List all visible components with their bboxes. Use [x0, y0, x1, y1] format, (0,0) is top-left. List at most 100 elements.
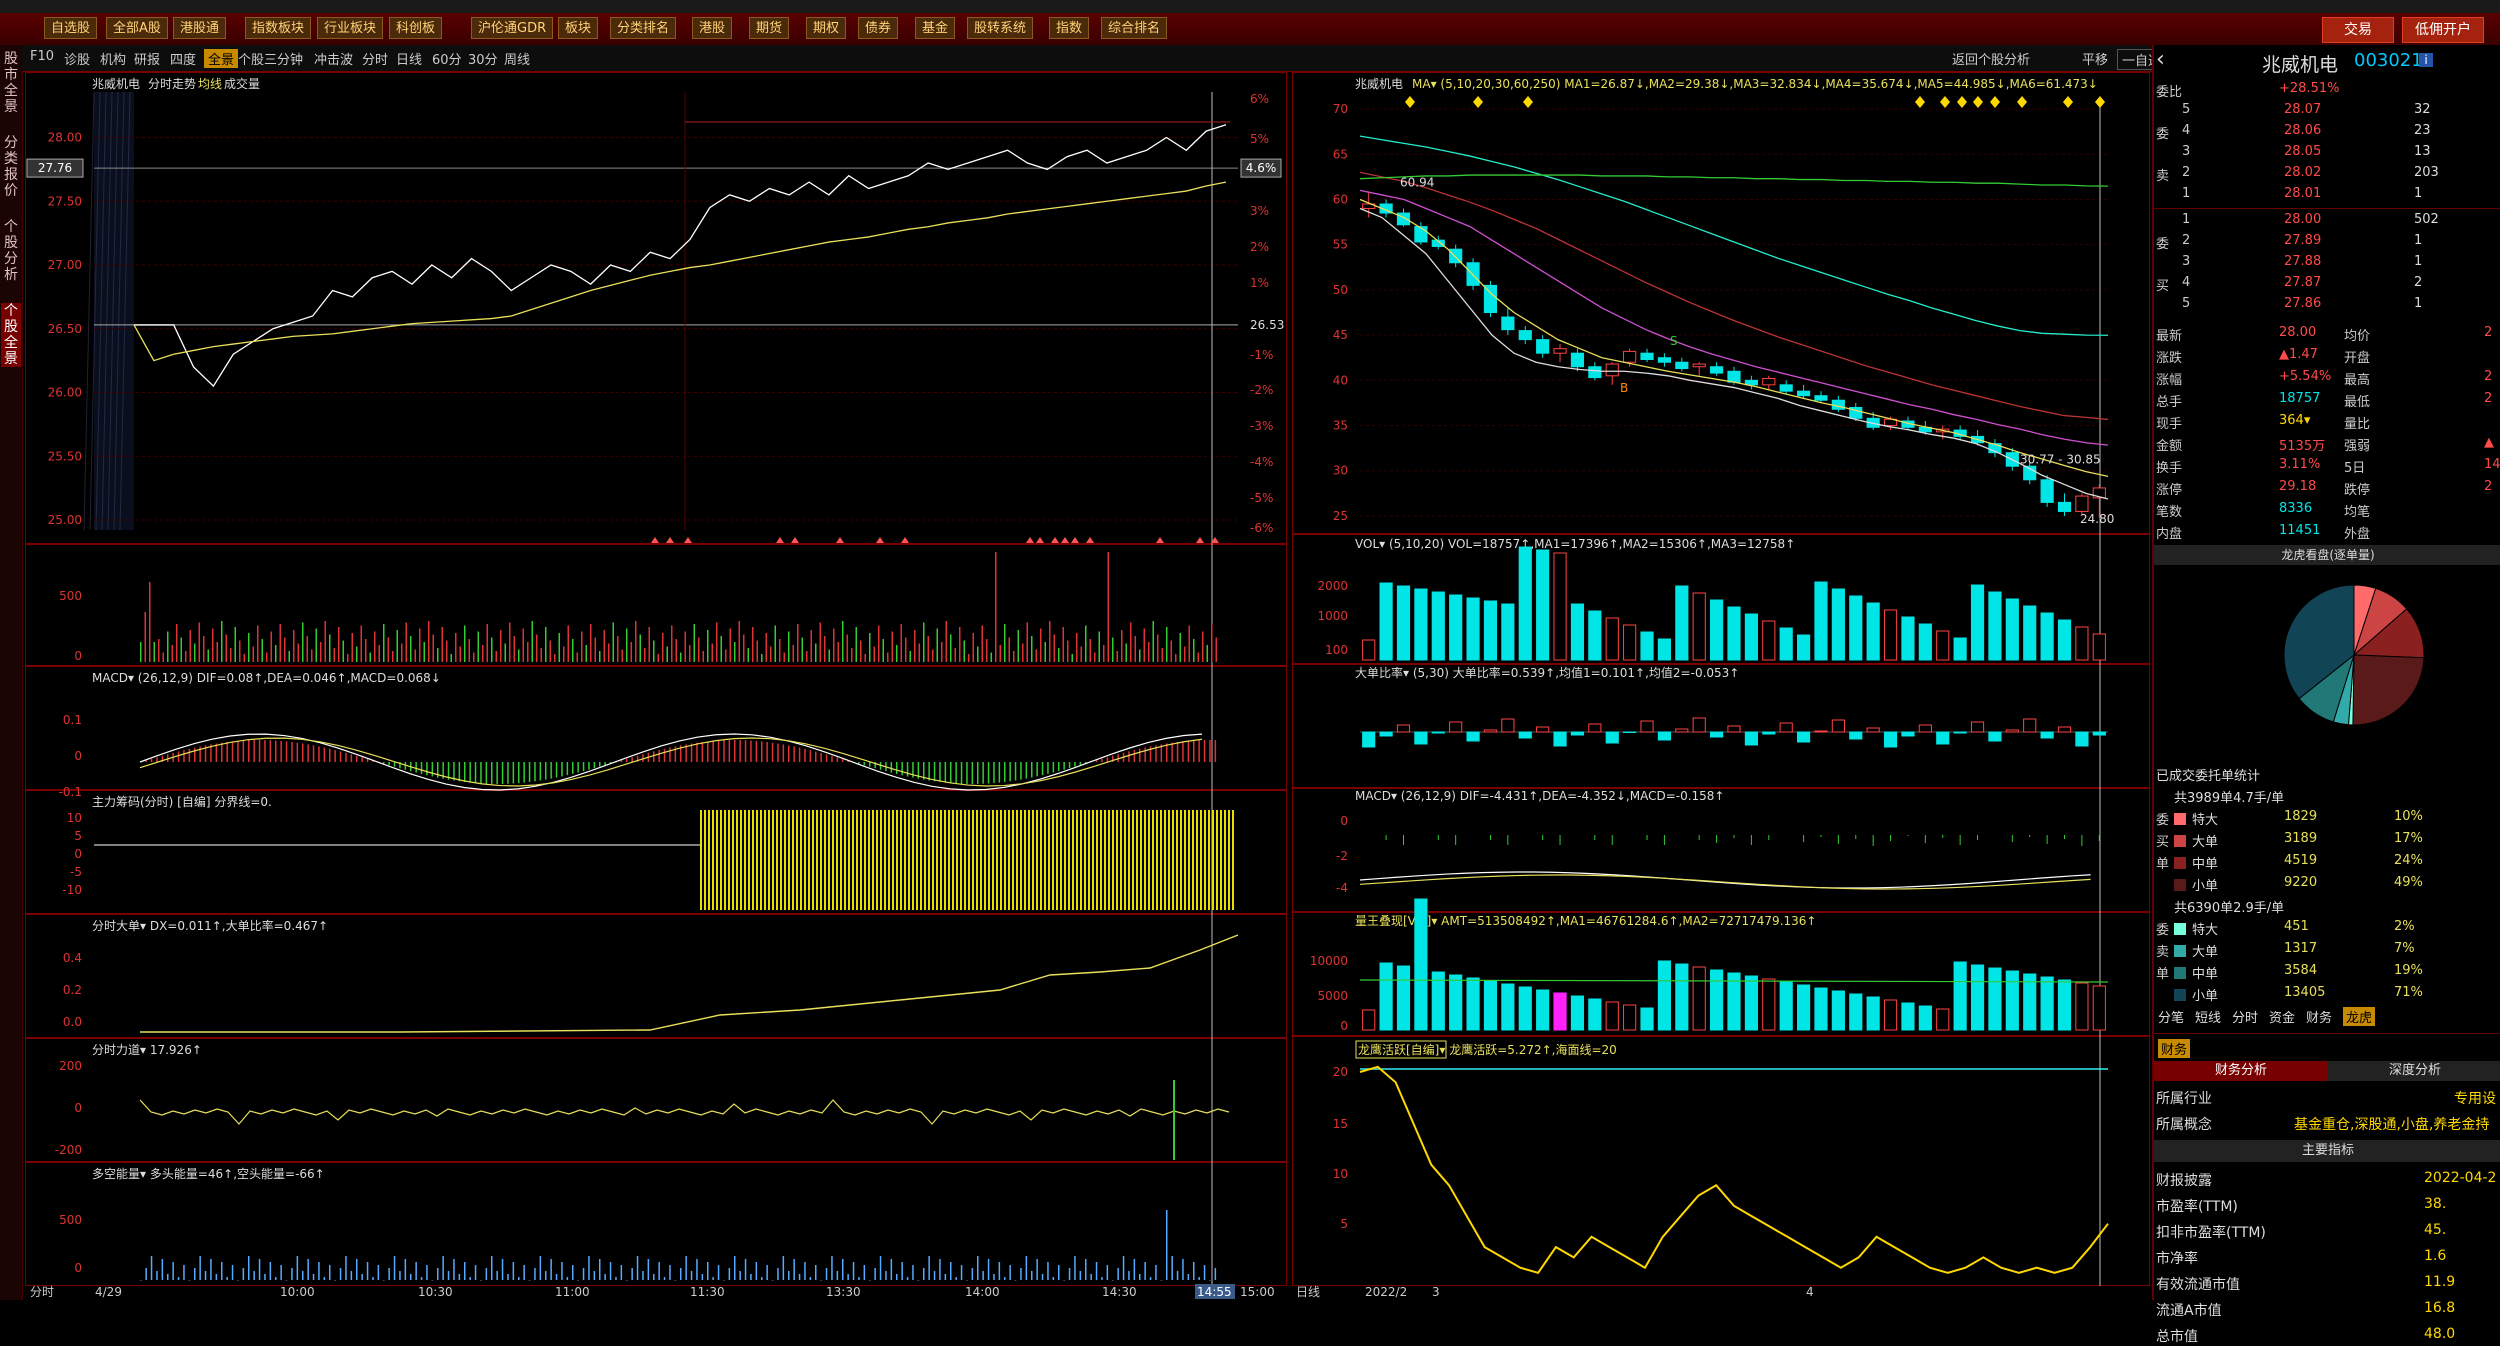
ls-bar — [1101, 1277, 1103, 1280]
sell-entrust-swatch-2 — [2174, 967, 2186, 979]
ls-bar — [1058, 1265, 1060, 1280]
vol-bar — [635, 621, 637, 662]
macd-bar — [474, 762, 477, 784]
bid-vol-5: 1 — [2414, 296, 2423, 311]
vol-bar — [243, 654, 245, 662]
chips-bar — [936, 810, 938, 910]
chips-bar — [900, 810, 902, 910]
daily-vol-bar — [1605, 617, 1619, 661]
chips-bar — [824, 810, 826, 910]
daily-ly-tick-10: 10 — [1333, 1167, 1348, 1181]
chips-bar — [712, 810, 714, 910]
vol-bar — [396, 630, 398, 662]
vol-bar — [959, 627, 961, 662]
daily-lwdx-bar — [1570, 995, 1585, 1031]
daily-ddbl-bar — [1849, 731, 1863, 740]
buy-entrust-type-3: 小单 — [2192, 879, 2219, 894]
daily-vol-bar — [1657, 638, 1672, 661]
chips-bar — [1012, 810, 1014, 910]
daily-lwdx-bar — [1640, 1007, 1654, 1031]
vol-bar — [590, 624, 592, 662]
back-arrow-icon[interactable]: ‹ — [2156, 47, 2165, 72]
chips-bar — [972, 810, 974, 910]
vol-bar — [1193, 639, 1195, 662]
average-line — [133, 181, 1227, 362]
vol-bar — [671, 625, 673, 662]
stat-label-2: 涨幅 — [2156, 373, 2183, 388]
ls-bar — [361, 1274, 363, 1280]
main-chips-label: 主力筹码(分时) [自编] 分界线=0. — [92, 794, 272, 809]
ls-bar — [788, 1271, 790, 1280]
ls-bar — [507, 1274, 509, 1280]
quote-tab-分时[interactable]: 分时 — [2232, 1007, 2258, 1026]
quote-tab-资金[interactable]: 资金 — [2269, 1007, 2295, 1026]
vol-bar — [140, 642, 142, 662]
stat-label2-1: 开盘 — [2344, 351, 2371, 366]
ls-bar — [809, 1277, 812, 1280]
vol-bar — [410, 636, 412, 662]
ls-bar — [329, 1265, 331, 1280]
fin-sub-analysis[interactable]: 财务分析 — [2154, 1061, 2328, 1081]
macd-bar — [1014, 762, 1017, 781]
candle-body — [1483, 284, 1498, 314]
macd-bar — [987, 762, 990, 784]
quote-tab-财务[interactable]: 财务 — [2306, 1007, 2332, 1026]
fin-sub-deep[interactable]: 深度分析 — [2328, 1061, 2500, 1081]
key-metrics-title: 主要指标 — [2154, 1140, 2500, 1162]
info-icon[interactable]: i — [2419, 53, 2433, 67]
macd-bar — [518, 762, 520, 784]
chips-bar — [1020, 810, 1022, 910]
current-price-label: 27.76 — [38, 161, 72, 175]
macd-bar — [669, 747, 671, 762]
daily-lwdx-bar — [1744, 975, 1758, 1031]
stat-label2-9: 外盘 — [2344, 527, 2371, 542]
daily-vol-bar — [1936, 630, 1950, 661]
vol-bar — [999, 645, 1001, 662]
ls-bar — [1203, 1265, 1206, 1280]
buy-entrust-pct-2: 24% — [2394, 853, 2423, 868]
macd-bar — [890, 762, 893, 773]
quote-tab-分笔[interactable]: 分笔 — [2158, 1007, 2184, 1026]
pct-tick--3%: -3% — [1250, 419, 1273, 433]
open-account-button[interactable]: 低佣开户 — [2402, 17, 2484, 43]
ls-bar — [1112, 1280, 1114, 1281]
time-label-1: 4/29 — [95, 1285, 122, 1299]
vol-bar — [1049, 621, 1051, 662]
ls-bar — [1009, 1265, 1011, 1280]
daily-lwdx-bar — [1518, 986, 1532, 1031]
vol-bar — [1116, 651, 1118, 662]
vol-bar — [774, 625, 776, 662]
quote-tab-龙虎[interactable]: 龙虎 — [2343, 1007, 2376, 1026]
vol-bar — [401, 643, 403, 662]
sell-entrust-count-2: 3584 — [2284, 963, 2318, 978]
fin-tab[interactable]: 财务 — [2158, 1039, 2191, 1058]
chips-bar — [1108, 810, 1110, 910]
macd-bar — [307, 744, 309, 762]
daily-lwdx-bar — [1988, 967, 2002, 1031]
macd-tick-0: 0 — [74, 749, 82, 763]
sell-entrust-type-2: 中单 — [2192, 967, 2219, 982]
trade-button[interactable]: 交易 — [2322, 17, 2394, 43]
ls-bar — [145, 1268, 147, 1280]
ls-bar — [1198, 1277, 1200, 1280]
daily-lwdx-bar — [1483, 980, 1498, 1031]
lyhy-line — [1359, 1065, 2109, 1275]
vol-bar — [576, 652, 578, 662]
ls-bar — [199, 1256, 201, 1280]
time-label-4: 11:00 — [555, 1285, 590, 1299]
macd-bar — [539, 762, 542, 781]
vol-bar — [887, 652, 889, 662]
ls-bar — [1149, 1277, 1152, 1280]
macd-bar — [906, 762, 909, 777]
daily-lwdx-bar — [1849, 993, 1863, 1031]
candle-body — [1588, 366, 1602, 379]
ls-bar — [847, 1274, 849, 1280]
quote-tab-短线[interactable]: 短线 — [2195, 1007, 2221, 1026]
chips-bar — [860, 810, 862, 910]
macd-bar — [631, 757, 633, 762]
time-label-0: 分时 — [30, 1285, 54, 1299]
stat-value2-2: 2 — [2484, 369, 2493, 384]
vol-bar — [1170, 640, 1172, 662]
daily-ma60-line — [1359, 135, 2109, 336]
ls-bar — [933, 1271, 936, 1280]
